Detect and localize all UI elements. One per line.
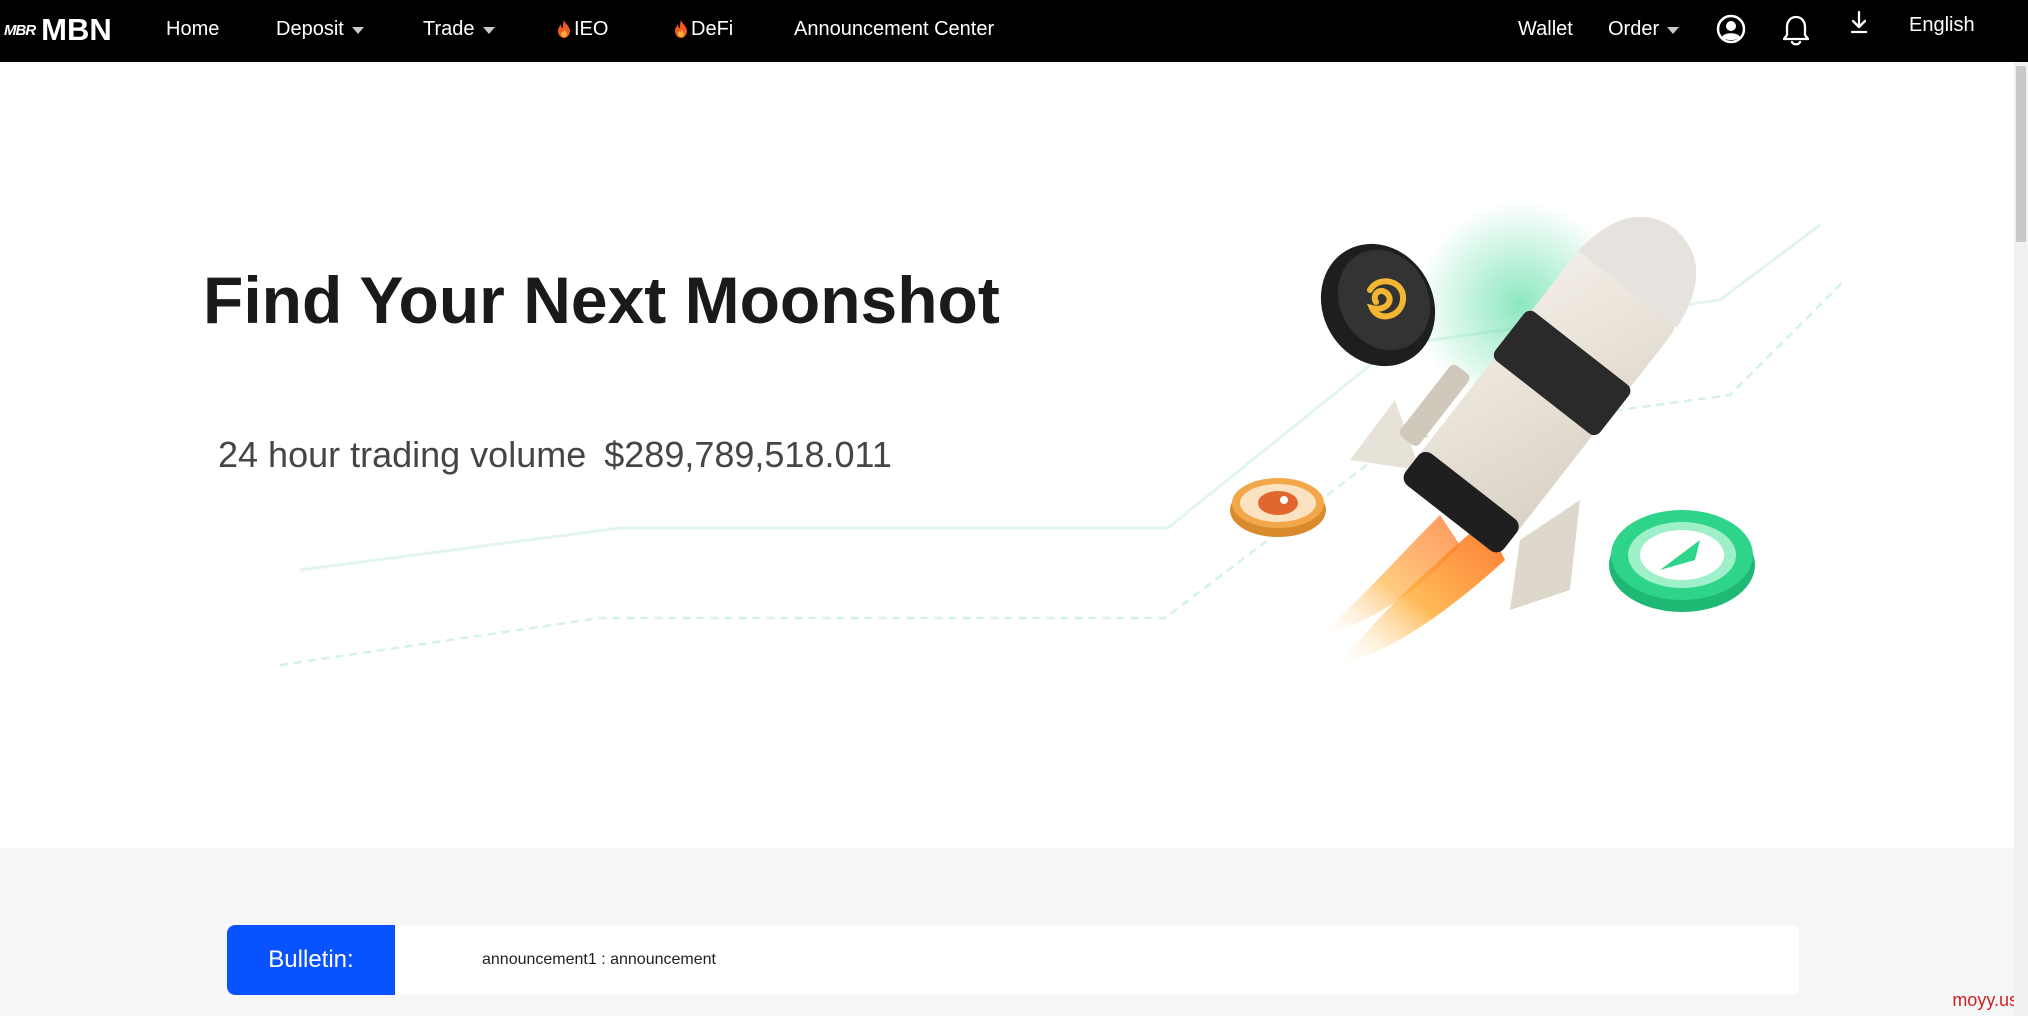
nav-defi[interactable]: DeFi xyxy=(674,14,733,44)
nav-trade-label: Trade xyxy=(423,17,475,40)
top-navbar: MBR MBN Home Deposit Trade IEO DeFi Anno… xyxy=(0,0,2028,62)
nav-trade[interactable]: Trade xyxy=(423,14,495,44)
bulletin-announcement[interactable]: announcement1 : announcement xyxy=(482,925,716,995)
user-circle-icon[interactable] xyxy=(1714,14,1748,48)
watermark: moyy.us xyxy=(1952,990,2018,1010)
caret-down-icon xyxy=(351,26,364,34)
caret-down-icon xyxy=(1667,26,1680,34)
nav-announcement-center-label: Announcement Center xyxy=(794,17,995,40)
brand-name: MBN xyxy=(41,12,112,47)
trading-volume-value: $289,789,518.011 xyxy=(604,434,892,475)
nav-defi-label: DeFi xyxy=(691,17,734,40)
hero-title: Find Your Next Moonshot xyxy=(203,263,1000,337)
fire-icon xyxy=(675,20,687,38)
caret-down-icon xyxy=(482,26,495,34)
nav-home-label: Home xyxy=(166,17,220,40)
language-selector[interactable]: English xyxy=(1909,10,1975,40)
bulletin-tag: Bulletin: xyxy=(227,925,395,995)
hero-banner: Find Your Next Moonshot 24 hour trading … xyxy=(0,62,2028,848)
brand-mark: MBR xyxy=(4,21,36,39)
bell-icon[interactable] xyxy=(1779,14,1813,48)
nav-announcement-center[interactable]: Announcement Center xyxy=(794,14,994,44)
nav-deposit[interactable]: Deposit xyxy=(276,14,364,44)
nav-home[interactable]: Home xyxy=(166,14,219,44)
nav-ieo-label: IEO xyxy=(574,17,609,40)
nav-order[interactable]: Order xyxy=(1608,14,1680,44)
download-icon[interactable] xyxy=(1842,8,1876,38)
nav-wallet-label: Wallet xyxy=(1518,17,1573,40)
bulletin-bar: Bulletin: announcement1 : announcement xyxy=(227,925,1799,995)
language-label: English xyxy=(1909,13,1975,36)
nav-order-label: Order xyxy=(1608,17,1660,40)
content-section: Bulletin: announcement1 : announcement xyxy=(0,848,2028,1016)
trading-volume-label: 24 hour trading volume xyxy=(218,434,587,475)
fire-icon xyxy=(558,20,570,38)
brand-logo[interactable]: MBR MBN xyxy=(4,10,112,50)
nav-wallet[interactable]: Wallet xyxy=(1518,14,1573,44)
scrollbar-thumb[interactable] xyxy=(2016,66,2026,242)
nav-deposit-label: Deposit xyxy=(276,17,344,40)
nav-ieo[interactable]: IEO xyxy=(557,14,608,44)
trading-volume: 24 hour trading volume $289,789,518.011 xyxy=(218,434,892,476)
